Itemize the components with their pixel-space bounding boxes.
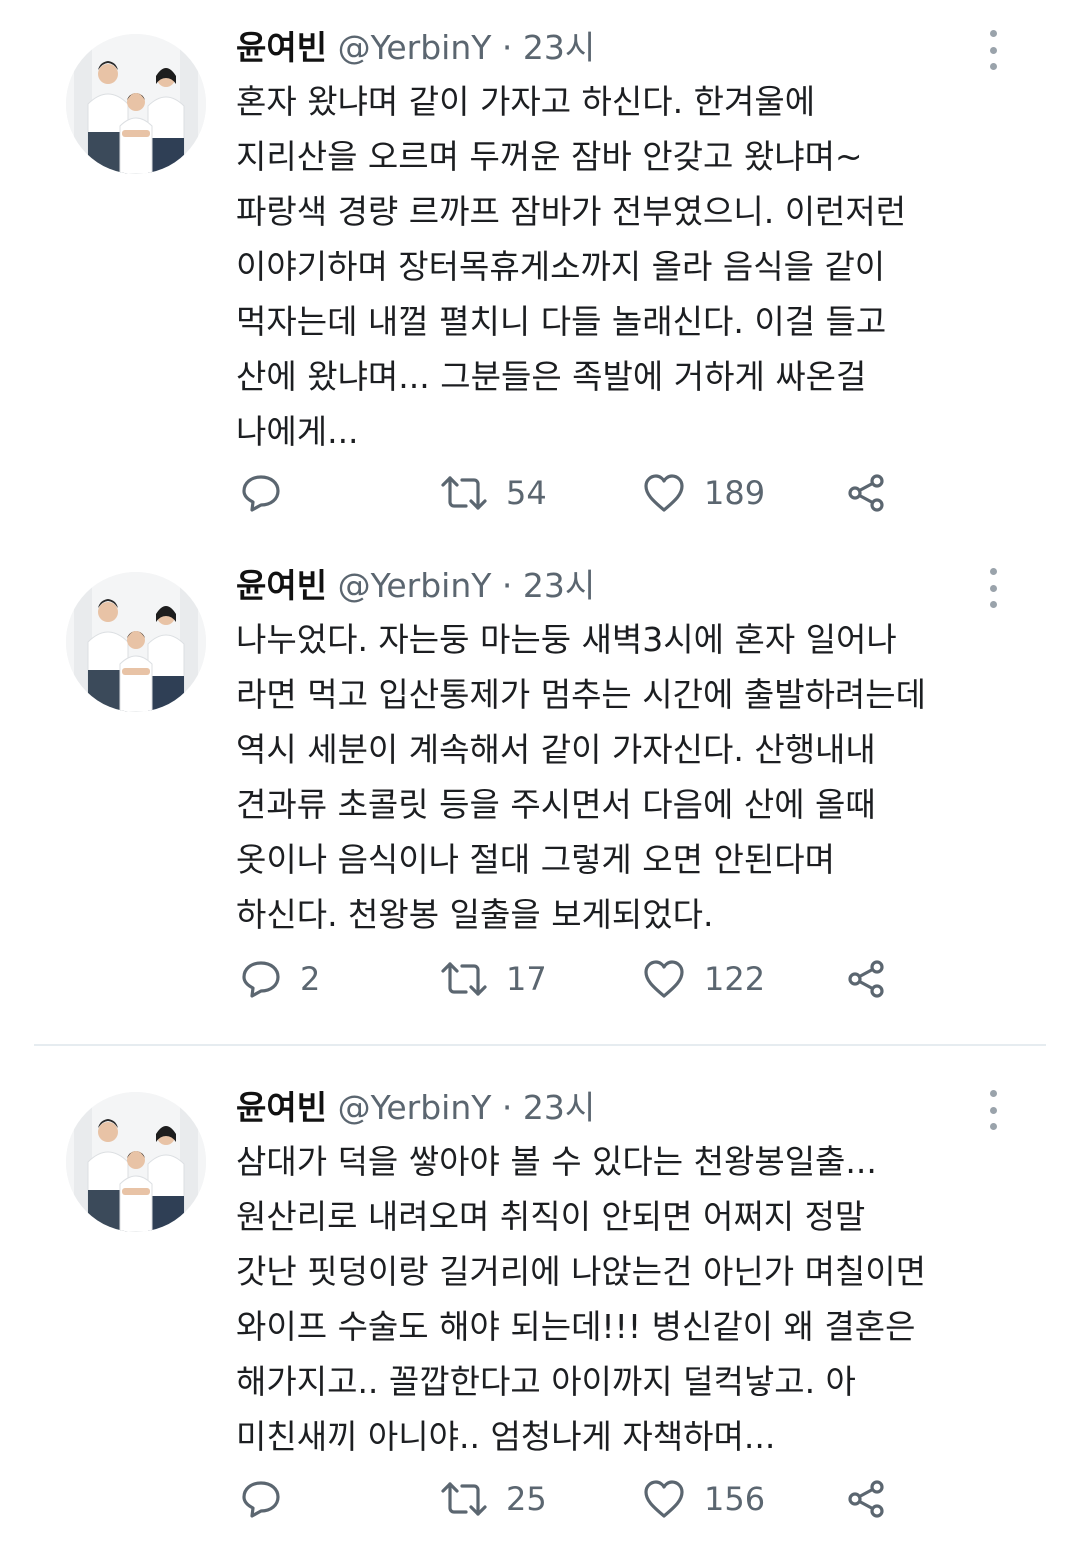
speech-bubble-icon <box>242 475 280 512</box>
tweet-text: 혼자 왔냐며 같이 가자고 하신다. 한겨울에 지리산을 오르며 두꺼운 잠바 … <box>236 74 1036 459</box>
heart-outline-icon <box>644 1480 684 1518</box>
more-options-icon[interactable] <box>980 1090 1006 1130</box>
avatar[interactable] <box>66 34 206 174</box>
handle-and-time: @YerbinY · 23시 <box>337 1088 596 1127</box>
tweet-header: 윤여빈 @YerbinY · 23시 <box>236 28 595 68</box>
like-button[interactable]: 122 <box>642 954 765 1004</box>
handle-and-time: @YerbinY · 23시 <box>337 28 596 67</box>
speech-bubble-icon <box>242 961 280 998</box>
display-name[interactable]: 윤여빈 <box>236 566 327 605</box>
share-nodes-icon <box>848 960 884 998</box>
speech-bubble-icon <box>242 1481 280 1518</box>
display-name[interactable]: 윤여빈 <box>236 28 327 67</box>
share-button[interactable] <box>846 1474 888 1524</box>
thread-divider <box>34 1044 1046 1046</box>
tweet-line: 지리산을 오르며 두꺼운 잠바 안갖고 왔냐며~ <box>236 137 863 176</box>
more-options-icon[interactable] <box>980 568 1006 608</box>
tweet-actions: 2 17 122 <box>0 954 1080 1004</box>
tweet-actions: 54 189 <box>0 468 1080 518</box>
share-button[interactable] <box>846 468 888 518</box>
tweet-header: 윤여빈 @YerbinY · 23시 <box>236 566 595 606</box>
retweet-count: 54 <box>506 474 547 512</box>
tweet-line: 삼대가 덕을 쌓아야 볼 수 있다는 천왕봉일출... <box>236 1142 877 1181</box>
like-count: 122 <box>704 960 766 998</box>
retweet-button[interactable]: 25 <box>440 1474 547 1524</box>
tweet-line: 해가지고.. 꼴깝한다고 아이까지 덜컥낳고. 아 <box>236 1362 856 1401</box>
tweet-line: 견과류 초콜릿 등을 주시면서 다음에 산에 올때 <box>236 785 876 824</box>
tweet-line: 갓난 핏덩이랑 길거리에 나앉는건 아닌가 며칠이면 <box>236 1252 927 1291</box>
share-button[interactable] <box>846 954 888 1004</box>
retweet-button[interactable]: 17 <box>440 954 547 1004</box>
tweet-text: 나누었다. 자는둥 마는둥 새벽3시에 혼자 일어나 라면 먹고 입산통제가 멈… <box>236 612 1036 942</box>
avatar[interactable] <box>66 572 206 712</box>
tweet-line: 먹자는데 내껄 펼치니 다들 놀래신다. 이걸 들고 <box>236 302 887 341</box>
tweet-line: 파랑색 경량 르까프 잠바가 전부였으니. 이런저런 <box>236 192 907 231</box>
heart-outline-icon <box>644 474 684 512</box>
display-name[interactable]: 윤여빈 <box>236 1088 327 1127</box>
heart-outline-icon <box>644 960 684 998</box>
reply-button[interactable] <box>240 468 300 518</box>
retweet-button[interactable]: 54 <box>440 468 547 518</box>
reply-count: 2 <box>300 960 321 998</box>
share-nodes-icon <box>848 474 884 512</box>
retweet-count: 25 <box>506 1480 547 1518</box>
tweet-line: 이야기하며 장터목휴게소까지 올라 음식을 같이 <box>236 247 886 286</box>
tweet-line: 와이프 수술도 해야 되는데!!! 병신같이 왜 결혼은 <box>236 1307 916 1346</box>
tweet-text: 삼대가 덕을 쌓아야 볼 수 있다는 천왕봉일출... 원산리로 내려오며 취직… <box>236 1134 1036 1464</box>
tweet-line: 역시 세분이 계속해서 같이 가자신다. 산행내내 <box>236 730 876 769</box>
tweet-header: 윤여빈 @YerbinY · 23시 <box>236 1088 595 1128</box>
tweet-line: 혼자 왔냐며 같이 가자고 하신다. 한겨울에 <box>236 82 816 121</box>
retweet-arrows-icon <box>441 1482 487 1516</box>
share-nodes-icon <box>848 1480 884 1518</box>
tweet-line: 산에 왔냐며... 그분들은 족발에 거하게 싸온걸 <box>236 357 867 396</box>
tweet-line: 옷이나 음식이나 절대 그렇게 오면 안된다며 <box>236 840 835 879</box>
reply-button[interactable]: 2 <box>240 954 320 1004</box>
like-button[interactable]: 156 <box>642 1474 765 1524</box>
tweet-line: 나누었다. 자는둥 마는둥 새벽3시에 혼자 일어나 <box>236 620 897 659</box>
tweet-actions: 25 156 <box>0 1474 1080 1524</box>
tweet-line: 나에게... <box>236 412 359 451</box>
like-count: 189 <box>704 474 766 512</box>
retweet-arrows-icon <box>441 476 487 510</box>
tweet-line: 원산리로 내려오며 취직이 안되면 어쩌지 정말 <box>236 1197 866 1236</box>
reply-button[interactable] <box>240 1474 300 1524</box>
tweet-line: 미친새끼 아니야.. 엄청나게 자책하며... <box>236 1417 776 1456</box>
like-count: 156 <box>704 1480 766 1518</box>
retweet-arrows-icon <box>441 962 487 996</box>
tweet-line: 라면 먹고 입산통제가 멈추는 시간에 출발하려는데 <box>236 675 927 714</box>
avatar[interactable] <box>66 1092 206 1232</box>
retweet-count: 17 <box>506 960 547 998</box>
like-button[interactable]: 189 <box>642 468 765 518</box>
handle-and-time: @YerbinY · 23시 <box>337 566 596 605</box>
tweet-line: 하신다. 천왕봉 일출을 보게되었다. <box>236 895 714 934</box>
more-options-icon[interactable] <box>980 30 1006 70</box>
